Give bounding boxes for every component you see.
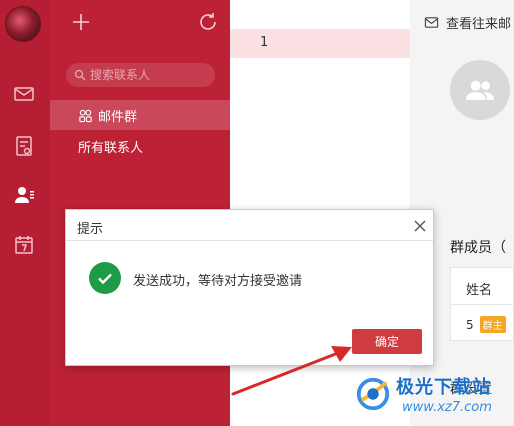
watermark-text: 极光下载站 (396, 377, 491, 398)
add-contact-button[interactable] (69, 10, 93, 34)
plus-icon (73, 14, 89, 30)
view-history-link[interactable]: 查看往来邮 (424, 13, 511, 32)
search-input[interactable] (90, 68, 210, 82)
table-divider (451, 304, 514, 305)
dialog-divider (66, 240, 433, 241)
list-item[interactable]: 1 (230, 29, 410, 58)
avatar[interactable] (5, 6, 41, 42)
contact-item-mail-groups[interactable]: 邮件群 (50, 100, 230, 130)
members-table: 姓名 5 群主 (450, 267, 514, 341)
member-name: 5 (466, 317, 474, 332)
close-button[interactable] (413, 218, 427, 232)
refresh-icon (200, 13, 216, 30)
mail-history-icon (424, 17, 439, 28)
nav-rail (0, 0, 50, 426)
owner-badge: 群主 (479, 316, 506, 333)
refresh-button[interactable] (196, 10, 220, 34)
dialog-message: 发送成功，等待对方接受邀请 (133, 274, 303, 289)
table-header-name: 姓名 (466, 283, 493, 298)
search-box (66, 63, 215, 87)
members-title: 群成员（ (450, 240, 506, 256)
close-icon (414, 220, 426, 232)
watermark: 极光下载站 www.xz7.com (354, 373, 512, 423)
group-people-icon (465, 80, 495, 100)
contact-item-label: 所有联系人 (78, 140, 144, 156)
confirm-button[interactable]: 确定 (352, 329, 422, 354)
group-icon (79, 109, 92, 122)
success-check-icon (89, 262, 121, 294)
notes-icon[interactable] (11, 133, 37, 159)
search-icon (74, 69, 86, 81)
contacts-icon[interactable] (11, 182, 37, 208)
notice-dialog: 提示 发送成功，等待对方接受邀请 确定 (65, 209, 434, 366)
contact-item-all-contacts[interactable]: 所有联系人 (50, 131, 230, 161)
watermark-url: www.xz7.com (402, 400, 492, 415)
dialog-title: 提示 (77, 222, 104, 237)
table-row[interactable]: 5 群主 (466, 316, 506, 333)
calendar-icon[interactable] (11, 232, 37, 258)
watermark-logo-icon (356, 377, 390, 411)
mail-icon[interactable] (11, 81, 37, 107)
list-item-label: 1 (260, 35, 269, 50)
view-history-label: 查看往来邮 (446, 17, 512, 32)
contact-item-label: 邮件群 (98, 109, 138, 125)
group-avatar (450, 60, 510, 120)
